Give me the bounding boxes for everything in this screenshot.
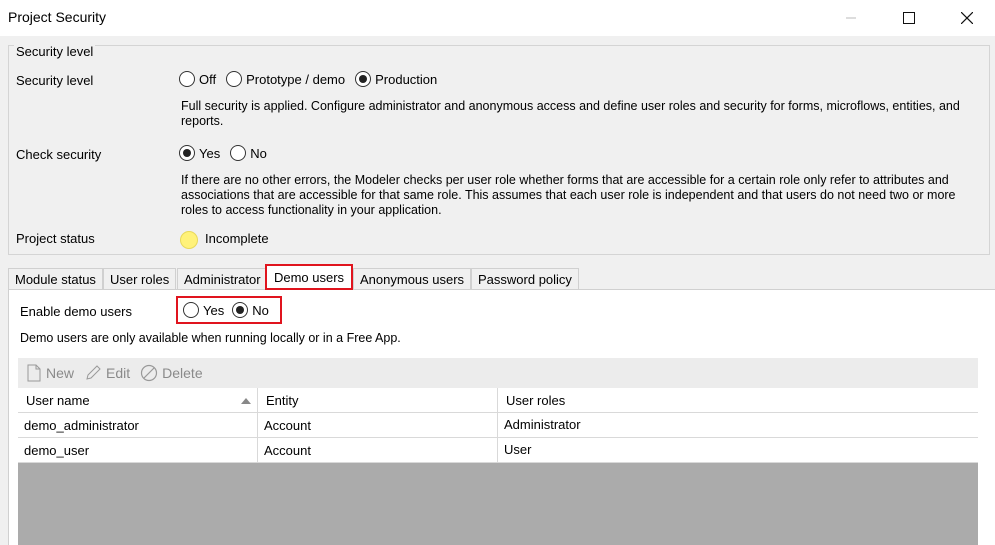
- radio-off-circle[interactable]: [179, 71, 195, 87]
- enable-demo-users-label: Enable demo users: [20, 304, 133, 319]
- radio-off[interactable]: Off: [179, 71, 216, 87]
- cell-entity: Account: [258, 438, 498, 463]
- radio-prototype[interactable]: Prototype / demo: [226, 71, 345, 87]
- tab-password-policy[interactable]: Password policy: [471, 268, 579, 290]
- close-icon: [961, 12, 973, 24]
- new-document-icon: [27, 364, 41, 382]
- project-status-value: Incomplete: [205, 231, 269, 246]
- delete-button-label: Delete: [162, 365, 203, 381]
- project-status-label: Project status: [16, 231, 95, 246]
- minimize-button[interactable]: [828, 0, 874, 36]
- sort-ascending-icon: [241, 398, 251, 404]
- cell-user-roles: User: [504, 442, 532, 457]
- cell-entity: Account: [258, 413, 498, 438]
- delete-button[interactable]: Delete: [140, 364, 203, 382]
- maximize-icon: [903, 12, 915, 24]
- new-button-label: New: [46, 365, 75, 381]
- check-security-label: Check security: [16, 147, 102, 162]
- radio-demo-yes-label: Yes: [203, 302, 225, 318]
- maximize-button[interactable]: [886, 0, 932, 36]
- radio-off-label: Off: [199, 71, 217, 87]
- table-header: User name Entity User roles: [18, 388, 978, 413]
- radio-production-label: Production: [375, 71, 438, 87]
- check-security-description: If there are no other errors, the Modele…: [181, 173, 956, 217]
- edit-button[interactable]: Edit: [84, 364, 130, 382]
- demo-users-table: User name Entity User roles demo_adminis…: [18, 388, 978, 545]
- new-button[interactable]: New: [26, 364, 74, 382]
- radio-demo-no[interactable]: No: [232, 302, 269, 318]
- table-row[interactable]: demo_user Account User: [18, 438, 978, 463]
- radio-check-yes-label: Yes: [199, 145, 221, 161]
- pencil-icon: [86, 365, 101, 380]
- radio-prototype-label: Prototype / demo: [246, 71, 346, 87]
- radio-demo-no-circle[interactable]: [232, 302, 249, 318]
- cell-user-name: demo_administrator: [18, 413, 258, 438]
- grid-toolbar: New Edit Delete: [18, 358, 978, 388]
- column-header-entity[interactable]: Entity: [258, 388, 498, 413]
- delete-icon: [141, 364, 158, 382]
- radio-production-circle[interactable]: [355, 71, 372, 87]
- tab-demo-users[interactable]: Demo users: [265, 264, 353, 290]
- radio-check-yes-circle[interactable]: [179, 145, 195, 161]
- column-header-user-name-label: User name: [26, 393, 90, 408]
- tab-administrator[interactable]: Administrator: [177, 268, 268, 290]
- radio-demo-no-label: No: [252, 302, 269, 318]
- radio-check-yes[interactable]: Yes: [179, 145, 220, 161]
- security-level-description: Full security is applied. Configure admi…: [181, 99, 960, 128]
- security-level-group: [8, 45, 990, 255]
- tab-user-roles[interactable]: User roles: [103, 268, 177, 290]
- minimize-icon: [846, 17, 856, 19]
- cell-user-name: demo_user: [18, 438, 258, 463]
- radio-demo-yes-circle[interactable]: [183, 302, 199, 318]
- radio-demo-yes[interactable]: Yes: [183, 302, 224, 318]
- radio-check-no-circle[interactable]: [230, 145, 247, 161]
- tab-anonymous-users[interactable]: Anonymous users: [353, 268, 472, 290]
- column-header-user-roles[interactable]: User roles: [498, 388, 978, 413]
- column-header-user-name[interactable]: User name: [18, 388, 258, 413]
- security-level-label: Security level: [16, 73, 94, 88]
- edit-button-label: Edit: [106, 365, 131, 381]
- radio-check-no-label: No: [250, 145, 267, 161]
- enable-demo-users-options: Yes No: [176, 296, 282, 324]
- radio-production[interactable]: Production: [355, 71, 437, 87]
- security-group-title: Security level: [14, 44, 96, 59]
- radio-prototype-circle[interactable]: [226, 71, 243, 87]
- check-security-options: Yes No: [179, 145, 267, 161]
- close-button[interactable]: [944, 0, 990, 36]
- table-row[interactable]: demo_administrator Account Administrator: [18, 413, 978, 438]
- status-indicator-icon: [180, 231, 198, 249]
- radio-check-no[interactable]: No: [230, 145, 267, 161]
- window-title: Project Security: [8, 9, 107, 25]
- demo-users-note: Demo users are only available when runni…: [20, 331, 401, 345]
- security-level-options: Off Prototype / demo Production: [179, 71, 437, 87]
- cell-user-roles: Administrator: [504, 417, 581, 432]
- tab-module-status[interactable]: Module status: [8, 268, 103, 290]
